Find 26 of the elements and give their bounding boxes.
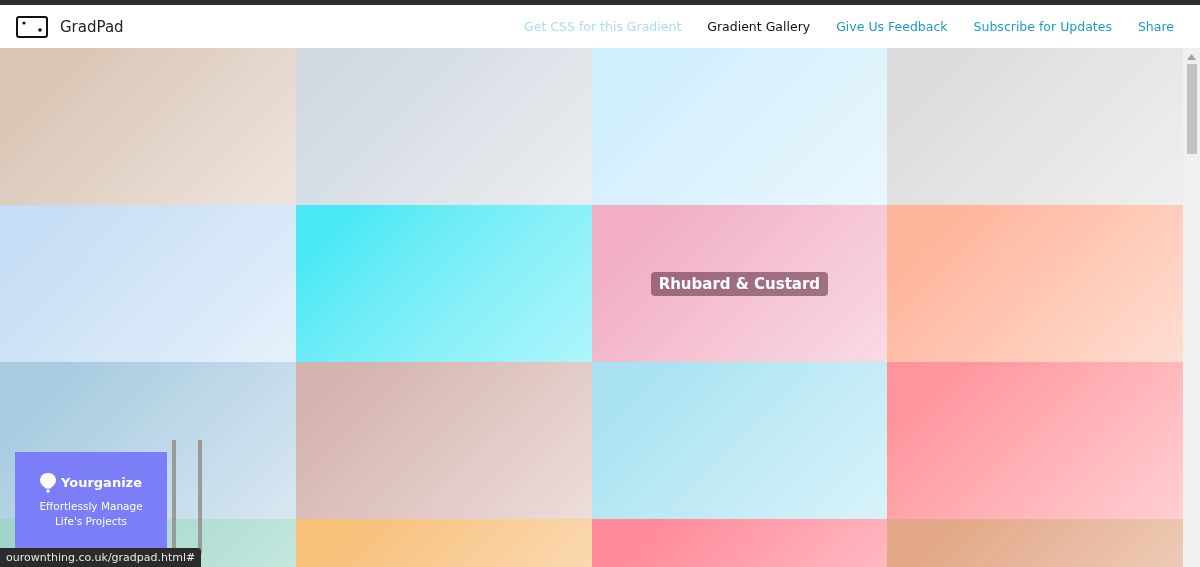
gradient-tile[interactable] [0,48,296,205]
balloon-icon [40,472,56,493]
scroll-up-icon[interactable] [1187,54,1196,60]
gradient-tile[interactable]: Rhubard & Custard [591,205,888,362]
nav-link[interactable]: Give Us Feedback [836,19,948,34]
scrollbar[interactable] [1183,48,1200,567]
advertisement-popup[interactable]: Yourganize Effortlessly Manage Life's Projects [15,452,167,549]
scroll-thumb[interactable] [1186,64,1197,154]
gradient-tile[interactable] [295,205,592,362]
nav-link[interactable]: Gradient Gallery [707,19,811,34]
gradient-name: Rhubard & Custard [650,271,829,296]
gradient-tile[interactable] [887,362,1183,519]
nav-link[interactable]: Subscribe for Updates [973,19,1112,34]
gradient-tile[interactable] [591,362,888,519]
gradient-tile[interactable] [887,48,1183,205]
logo-text[interactable]: GradPad [60,17,124,36]
nav-link[interactable]: Share [1137,19,1174,34]
gradient-tile[interactable] [0,205,296,362]
logo-icon [16,15,48,38]
gradient-tile[interactable] [295,362,592,519]
gradient-tile[interactable] [295,48,592,205]
gradient-tile[interactable] [887,205,1183,362]
gradient-tile[interactable] [591,48,888,205]
link-url-tooltip: ourownthing.co.uk/gradpad.html# [0,548,202,567]
ad-brand-name: Yourganize [61,475,142,491]
ad-tagline: Effortlessly Manage Life's Projects [38,498,144,529]
